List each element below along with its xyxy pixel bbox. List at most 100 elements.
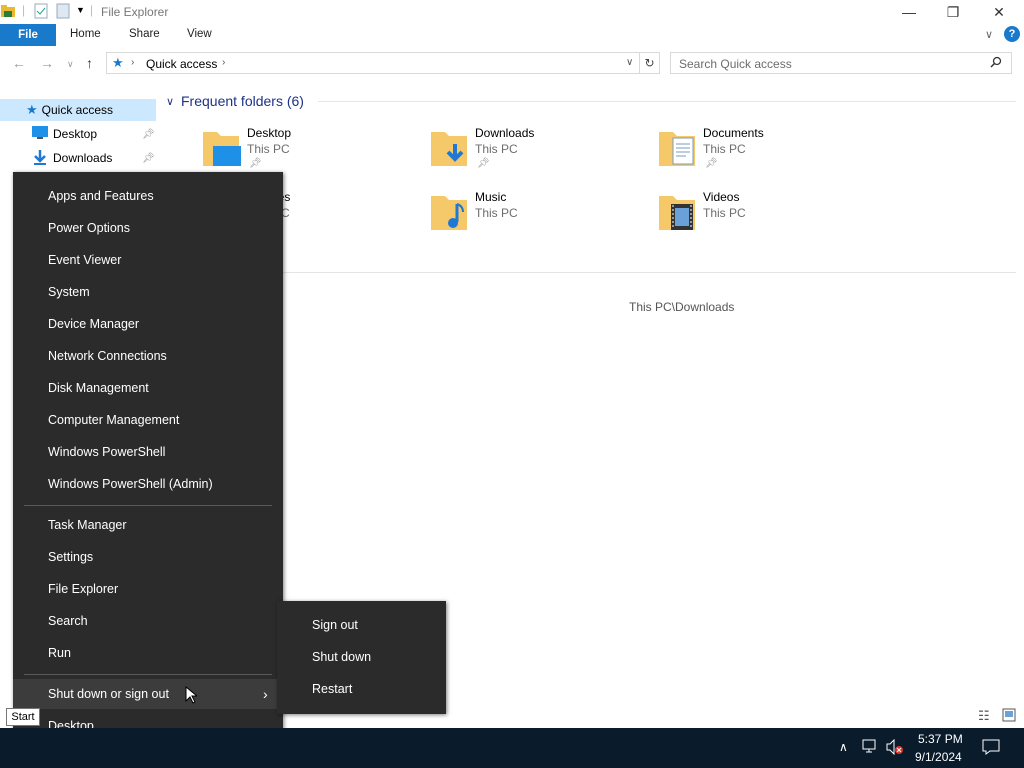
breadcrumb-chevron-icon[interactable]: ›: [222, 57, 225, 68]
title-bar: | ▼ | File Explorer — ❐ ✕: [0, 0, 1024, 24]
desktop-folder-icon: [203, 132, 241, 166]
menu-item-restart[interactable]: Restart: [277, 674, 446, 704]
tab-home[interactable]: Home: [70, 28, 101, 40]
window-title: File Explorer: [101, 5, 169, 19]
folder-tile-music[interactable]: Music This PC: [429, 190, 649, 246]
menu-item-label: Windows PowerShell (Admin): [48, 477, 213, 491]
desktop-icon: [32, 126, 48, 142]
help-icon[interactable]: ?: [1004, 26, 1020, 42]
menu-item-label: Shut down or sign out: [48, 687, 169, 701]
menu-item-disk-management[interactable]: Disk Management: [13, 373, 283, 403]
menu-item-label: Power Options: [48, 221, 130, 235]
address-dropdown-icon[interactable]: ∨: [626, 57, 633, 68]
music-folder-icon: [431, 196, 467, 230]
sidebar-item-quick-access[interactable]: ★ Quick access: [0, 99, 156, 121]
menu-item-search[interactable]: Search: [13, 606, 283, 636]
details-view-icon[interactable]: ☷: [978, 708, 990, 724]
new-folder-icon[interactable]: [56, 3, 70, 22]
search-placeholder: Search Quick access: [679, 57, 792, 71]
sidebar-item-downloads[interactable]: Downloads 📌︎: [0, 147, 156, 169]
folder-location: This PC: [703, 142, 746, 156]
menu-item-power-options[interactable]: Power Options: [13, 213, 283, 243]
menu-item-windows-powershell-admin[interactable]: Windows PowerShell (Admin): [13, 469, 283, 499]
network-icon[interactable]: [862, 739, 880, 758]
menu-item-windows-powershell[interactable]: Windows PowerShell: [13, 437, 283, 467]
breadcrumb[interactable]: Quick access: [146, 57, 217, 71]
close-button[interactable]: ✕: [976, 0, 1022, 24]
folder-name: Downloads: [475, 126, 535, 140]
menu-item-label: Computer Management: [48, 413, 180, 427]
menu-item-apps-and-features[interactable]: Apps and Features: [13, 181, 283, 211]
sidebar-item-label: Downloads: [53, 151, 113, 165]
folder-tile-downloads[interactable]: Downloads This PC 📌︎: [429, 126, 649, 182]
recent-file-path: This PC\Downloads: [629, 300, 735, 314]
menu-item-computer-management[interactable]: Computer Management: [13, 405, 283, 435]
pin-icon: 📌︎: [142, 128, 155, 140]
forward-button[interactable]: →: [40, 55, 54, 71]
properties-icon[interactable]: [34, 3, 48, 22]
recent-locations-icon[interactable]: ∨: [67, 59, 74, 70]
star-icon: ★: [26, 102, 38, 117]
menu-item-event-viewer[interactable]: Event Viewer: [13, 245, 283, 275]
menu-separator: [24, 505, 272, 506]
large-icons-view-icon[interactable]: [1002, 708, 1016, 725]
menu-item-shut-down-or-sign-out[interactable]: Shut down or sign out ›: [13, 679, 283, 709]
volume-muted-icon[interactable]: [885, 738, 905, 758]
winx-menu: Apps and Features Power Options Event Vi…: [13, 172, 283, 750]
refresh-button[interactable]: ↻: [640, 52, 660, 74]
tab-view[interactable]: View: [187, 28, 212, 40]
restore-button[interactable]: ❐: [930, 0, 976, 24]
folder-tile-videos[interactable]: Videos This PC: [657, 190, 877, 246]
clock-time[interactable]: 5:37 PM: [918, 732, 963, 746]
menu-item-file-explorer[interactable]: File Explorer: [13, 574, 283, 604]
back-button[interactable]: ←: [12, 55, 26, 71]
sidebar-item-label: Desktop: [53, 127, 98, 141]
show-hidden-icons-icon[interactable]: ∧: [839, 740, 848, 754]
notifications-icon[interactable]: [982, 739, 1000, 758]
folder-location: This PC: [247, 142, 290, 156]
pin-icon: 📌︎: [705, 158, 718, 169]
menu-item-sign-out[interactable]: Sign out: [277, 610, 446, 640]
downloads-icon: [32, 149, 48, 168]
folder-tile-documents[interactable]: Documents This PC 📌︎: [657, 126, 877, 182]
menu-item-label: Disk Management: [48, 381, 149, 395]
menu-item-label: Shut down: [312, 650, 372, 664]
up-button[interactable]: ↑: [86, 55, 93, 71]
menu-item-label: Run: [48, 646, 71, 660]
submenu-arrow-icon: ›: [263, 686, 268, 702]
minimize-button[interactable]: —: [886, 0, 932, 24]
tab-share[interactable]: Share: [129, 28, 160, 40]
menu-item-task-manager[interactable]: Task Manager: [13, 510, 283, 540]
sidebar-item-desktop[interactable]: Desktop 📌︎: [0, 123, 156, 145]
recent-files-divider: [283, 272, 1016, 273]
sidebar-item-label: Quick access: [41, 103, 114, 117]
menu-item-system[interactable]: System: [13, 277, 283, 307]
menu-item-label: Task Manager: [48, 518, 127, 532]
menu-item-label: Apps and Features: [48, 189, 154, 203]
menu-separator: [24, 674, 272, 675]
menu-item-device-manager[interactable]: Device Manager: [13, 309, 283, 339]
expand-ribbon-icon[interactable]: ∨: [985, 28, 993, 41]
quick-access-star-icon: ★: [112, 55, 124, 70]
clock-date[interactable]: 9/1/2024: [915, 750, 962, 764]
menu-item-network-connections[interactable]: Network Connections: [13, 341, 283, 371]
folder-location: This PC: [475, 206, 518, 220]
search-icon: [990, 56, 1002, 71]
menu-item-label: Windows PowerShell: [48, 445, 166, 459]
group-header[interactable]: Frequent folders (6): [181, 93, 304, 109]
menu-item-run[interactable]: Run: [13, 638, 283, 668]
pin-icon: 📌︎: [477, 158, 490, 169]
menu-item-shut-down[interactable]: Shut down: [277, 642, 446, 672]
taskbar: ∧: [0, 728, 1024, 768]
tab-file[interactable]: File: [0, 24, 56, 46]
folder-name: Videos: [703, 190, 740, 204]
folder-icon: [0, 3, 16, 22]
pin-icon: 📌︎: [142, 152, 155, 164]
menu-item-settings[interactable]: Settings: [13, 542, 283, 572]
shutdown-submenu: Sign out Shut down Restart: [277, 601, 446, 714]
downloads-folder-icon: [431, 132, 467, 166]
customize-qat-icon[interactable]: ▼: [76, 5, 85, 15]
breadcrumb-chevron-icon[interactable]: ›: [131, 57, 134, 68]
menu-item-label: Event Viewer: [48, 253, 122, 267]
collapse-group-icon[interactable]: ∨: [166, 95, 174, 108]
